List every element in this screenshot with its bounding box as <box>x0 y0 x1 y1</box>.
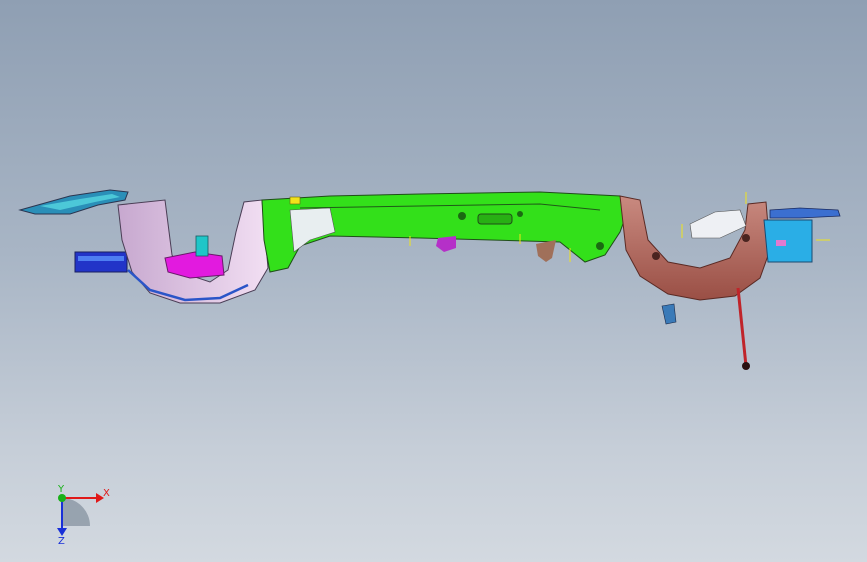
right-wheelhouse-hole <box>652 252 660 260</box>
strut-rod <box>736 287 748 367</box>
brown-mount <box>536 240 556 262</box>
3d-model-viewport[interactable]: X Y Z <box>0 0 867 562</box>
purple-mount <box>436 236 456 252</box>
left-wheelhouse <box>117 199 269 304</box>
left-blue-bracket-highlight <box>78 256 124 261</box>
y-axis-dot <box>58 494 66 502</box>
main-rail-hole <box>517 211 523 217</box>
left-blue-bracket <box>74 251 128 273</box>
strut-rod-end <box>742 362 750 370</box>
main-rail-slot <box>477 213 513 225</box>
coordinate-triad: X Y Z <box>57 484 110 547</box>
rail-inner-panel <box>289 207 336 253</box>
right-blue-bolt <box>661 303 677 325</box>
yellow-marker <box>289 196 301 205</box>
right-wheelhouse <box>619 195 771 301</box>
left-cyan-clip <box>195 235 209 257</box>
car-body-frame-model[interactable] <box>18 189 841 370</box>
z-axis-label: Z <box>58 536 65 547</box>
right-inner-panel <box>689 209 747 239</box>
right-wheelhouse-hole <box>742 234 750 242</box>
right-pink-tab <box>776 240 786 246</box>
y-axis-label: Y <box>57 484 65 495</box>
main-rail-hole <box>458 212 466 220</box>
z-axis-arrow <box>57 528 67 536</box>
x-axis-label: X <box>103 488 110 499</box>
left-inner-bracket <box>164 251 225 279</box>
triad-shadow <box>62 498 90 526</box>
right-cyan-bracket <box>763 219 813 263</box>
main-rail-hole <box>596 242 604 250</box>
right-front-extension <box>769 207 841 219</box>
